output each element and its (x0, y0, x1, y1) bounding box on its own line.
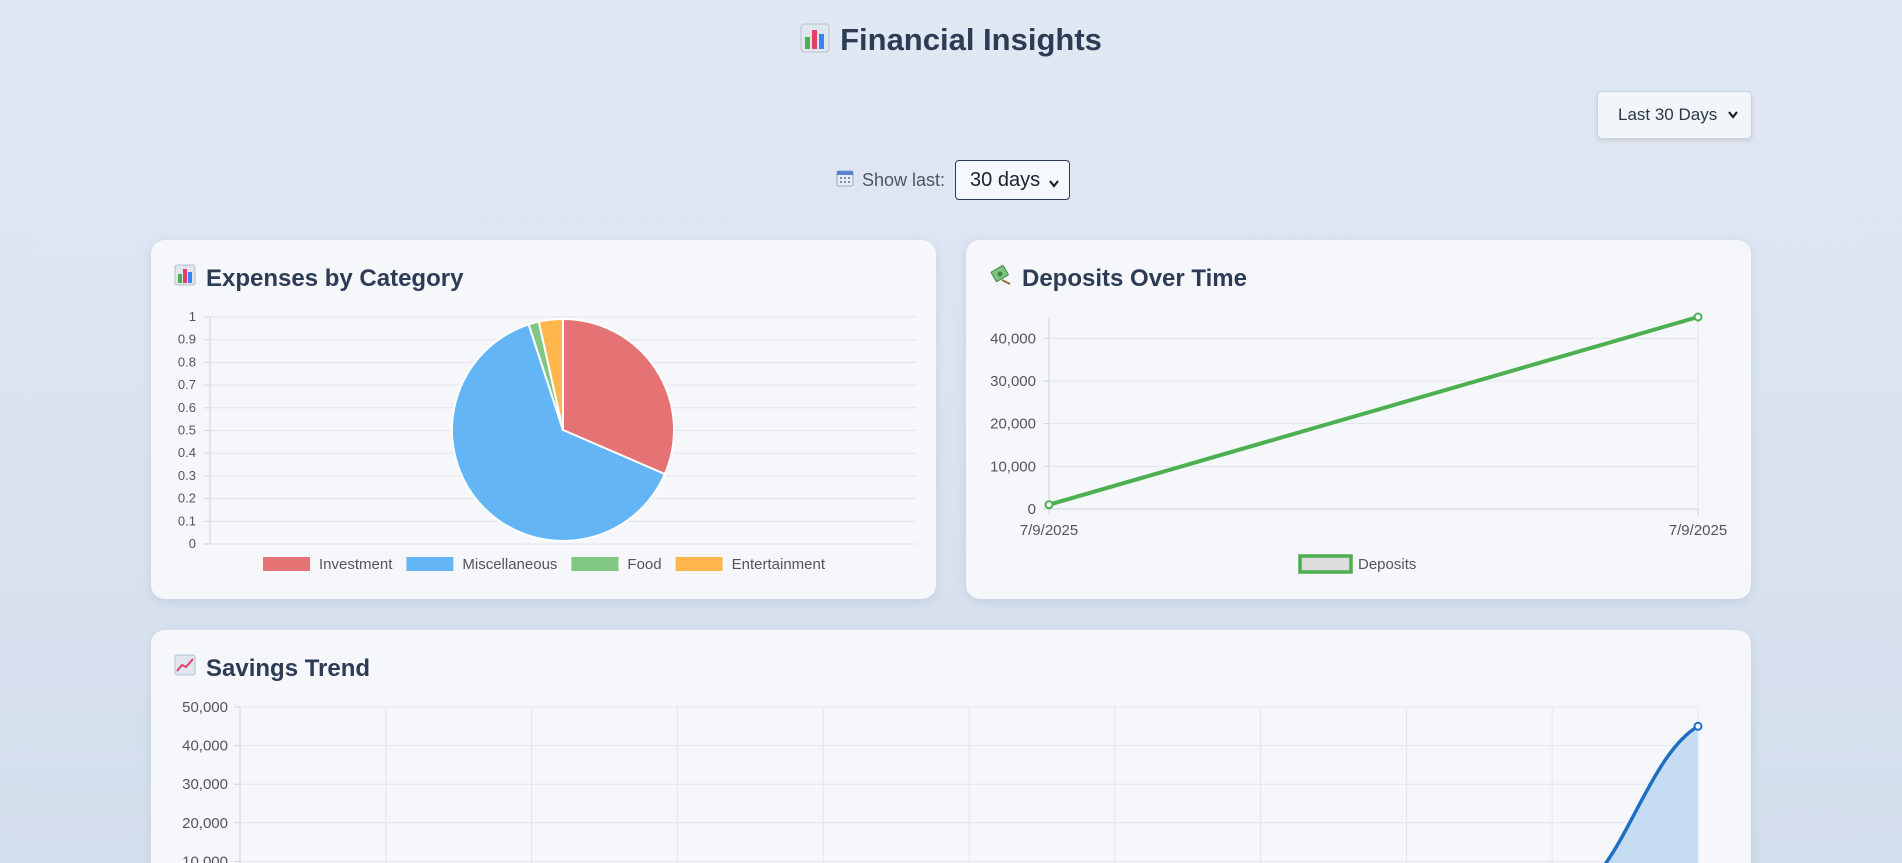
series-line-deposits (1048, 315, 1699, 507)
y-tick-label: 0.4 (178, 445, 196, 460)
y-tick-label: 0.9 (178, 332, 196, 347)
y-tick-label: 0 (1028, 501, 1036, 518)
legend-label-miscellaneous: Miscellaneous (462, 556, 557, 573)
x-tick-label: 7/9/2025 (1669, 522, 1727, 539)
y-tick-label: 0.1 (178, 513, 196, 528)
legend-label-entertainment: Entertainment (732, 556, 826, 573)
y-tick-label: 0 (189, 536, 196, 551)
y-tick-label: 20,000 (182, 815, 228, 832)
data-point (1693, 312, 1703, 322)
y-tick-label: 40,000 (990, 330, 1036, 347)
charts-layer: 0 0.1 0.2 0.3 0.4 0.5 0.6 0.7 0.8 0.9 1 Investment M… (178, 309, 1727, 863)
y-tick-label: 30,000 (182, 776, 228, 793)
legend-swatch-entertainment (675, 557, 723, 571)
legend-label-investment: Investment (319, 556, 393, 573)
y-tick-label: 50,000 (182, 699, 228, 716)
legend-label-deposits: Deposits (1358, 556, 1416, 573)
y-tick-label: 0.5 (178, 423, 196, 438)
y-tick-label: 0.7 (178, 377, 196, 392)
legend-swatch-deposits (1298, 554, 1353, 574)
y-tick-label: 0.2 (178, 491, 196, 506)
savings-chart: 10,000 20,000 30,000 40,000 50,000 (182, 699, 1703, 863)
y-tick-label: 0.8 (178, 354, 196, 369)
legend-label-food: Food (627, 556, 661, 573)
y-tick-label: 30,000 (990, 373, 1036, 390)
x-tick-label: 7/9/2025 (1020, 522, 1078, 539)
y-tick-label: 1 (189, 309, 196, 324)
legend-swatch-miscellaneous (406, 557, 454, 571)
expenses-chart: 0 0.1 0.2 0.3 0.4 0.5 0.6 0.7 0.8 0.9 1 Investment M… (178, 309, 916, 573)
y-tick-label: 10,000 (990, 458, 1036, 475)
y-tick-label: 40,000 (182, 738, 228, 755)
data-point (1044, 500, 1054, 510)
legend-swatch-investment (263, 557, 310, 571)
y-tick-label: 10,000 (182, 853, 228, 863)
y-tick-label: 0.3 (178, 468, 196, 483)
legend-swatch-food (571, 557, 619, 571)
deposits-chart: 0 10,000 20,000 30,000 40,000 7/9/2025 7/9/202… (990, 312, 1727, 574)
y-tick-label: 20,000 (990, 416, 1036, 433)
data-point (1693, 721, 1703, 731)
y-tick-label: 0.6 (178, 400, 196, 415)
